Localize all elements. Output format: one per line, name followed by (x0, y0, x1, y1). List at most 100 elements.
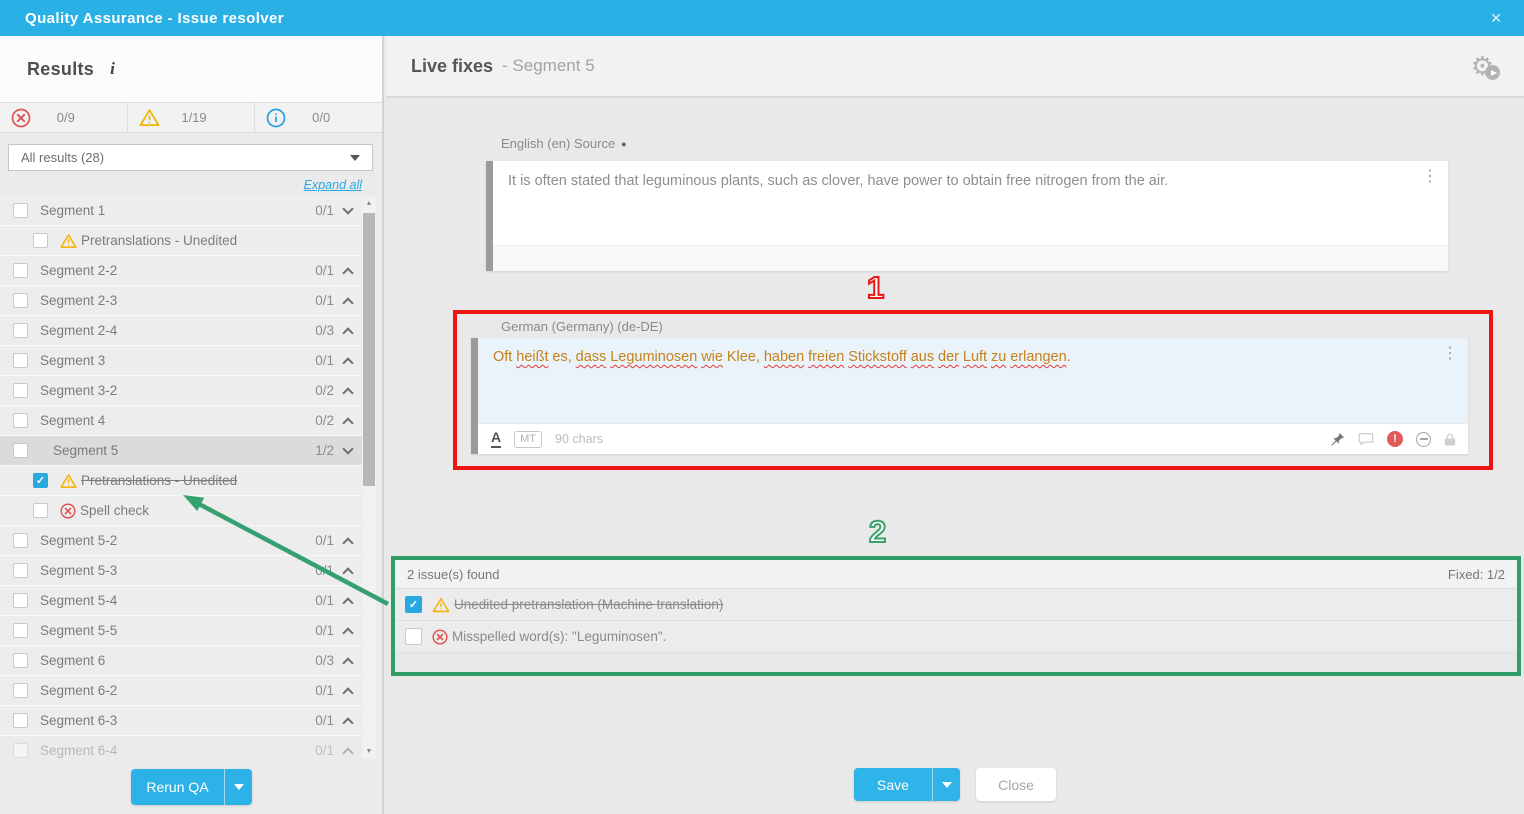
row-checkbox[interactable] (13, 383, 28, 398)
scroll-down-icon[interactable]: ▼ (362, 744, 376, 758)
row-checkbox[interactable] (13, 203, 28, 218)
lock-icon (1444, 432, 1456, 447)
issue-row-spell-check[interactable]: Spell check (0, 496, 362, 526)
target-segment-box[interactable]: Oftheißtes,dassLeguminosenwieKlee,habenf… (471, 338, 1468, 454)
save-label[interactable]: Save (854, 768, 932, 801)
segment-label: Segment 2-2 (40, 263, 315, 278)
chevron-down-icon[interactable] (342, 203, 353, 214)
row-checkbox[interactable] (13, 413, 28, 428)
row-checkbox[interactable] (33, 233, 48, 248)
chevron-up-icon[interactable] (342, 627, 353, 638)
live-fixes-header: Live fixes - Segment 5 ⚙ (386, 36, 1524, 98)
live-fixes-body: English (en) Source● It is often stated … (386, 98, 1524, 812)
chevron-down-icon[interactable] (342, 443, 353, 454)
row-checkbox[interactable] (13, 743, 28, 758)
segment-row-5-3[interactable]: Segment 5-3 0/1 (0, 556, 362, 586)
segment-label: Segment 2-3 (40, 293, 315, 308)
check-icon: ✓ (409, 598, 418, 611)
comment-icon[interactable] (1358, 432, 1374, 447)
row-checkbox[interactable] (13, 293, 28, 308)
rerun-qa-button[interactable]: Rerun QA (131, 769, 252, 805)
segment-row-6[interactable]: Segment 6 0/3 (0, 646, 362, 676)
scrollbar-thumb[interactable] (363, 213, 375, 486)
segment-row-4[interactable]: Segment 4 0/2 (0, 406, 362, 436)
excl-glyph: ! (1393, 433, 1397, 445)
issue-checkbox-checked[interactable]: ✓ (405, 596, 422, 613)
row-checkbox[interactable] (13, 563, 28, 578)
row-checkbox-checked[interactable]: ✓ (33, 473, 48, 488)
exclude-icon[interactable] (1416, 432, 1431, 447)
close-icon[interactable]: ✕ (1490, 0, 1502, 36)
segment-list-scrollbar[interactable]: ▲ ▼ (362, 196, 376, 758)
row-checkbox[interactable] (13, 623, 28, 638)
info-counter[interactable]: 0/0 (255, 103, 382, 132)
chevron-up-icon[interactable] (342, 567, 353, 578)
pin-icon[interactable] (1330, 432, 1345, 447)
save-dropdown[interactable] (932, 768, 960, 801)
issue-checkbox[interactable] (405, 628, 422, 645)
row-checkbox[interactable] (13, 263, 28, 278)
row-checkbox[interactable] (13, 323, 28, 338)
error-counter[interactable]: 0/9 (0, 103, 128, 132)
issue-row-unedited-pretranslation[interactable]: ✓ Unedited pretranslation (Machine trans… (395, 589, 1517, 621)
segment-count: 0/2 (315, 413, 334, 428)
kebab-menu-icon[interactable]: ⋮ (1442, 346, 1458, 362)
issue-row-pretranslations-checked[interactable]: ✓ Pretranslations - Unedited (0, 466, 362, 496)
segment-row-3-2[interactable]: Segment 3-2 0/2 (0, 376, 362, 406)
info-icon[interactable]: i (110, 59, 115, 79)
chevron-up-icon[interactable] (342, 387, 353, 398)
error-icon (11, 108, 31, 128)
target-segment-text[interactable]: Oftheißtes,dassLeguminosenwieKlee,habenf… (478, 338, 1468, 423)
scroll-up-icon[interactable]: ▲ (362, 196, 376, 210)
chevron-up-icon[interactable] (342, 357, 353, 368)
info-icon (266, 108, 286, 128)
chevron-up-icon[interactable] (342, 267, 353, 278)
segment-row-6-4[interactable]: Segment 6-4 0/1 (0, 736, 362, 758)
row-checkbox[interactable] (13, 713, 28, 728)
segment-row-6-2[interactable]: Segment 6-2 0/1 (0, 676, 362, 706)
warning-icon (432, 597, 450, 613)
segment-row-2-2[interactable]: Segment 2-2 0/1 (0, 256, 362, 286)
segment-row-5-selected[interactable]: Segment 5 1/2 (0, 436, 362, 466)
chevron-up-icon[interactable] (342, 657, 353, 668)
rerun-qa-dropdown[interactable] (224, 769, 252, 805)
annotation-box-target: German (Germany) (de-DE) Oftheißtes,dass… (453, 310, 1493, 470)
chevron-up-icon[interactable] (342, 597, 353, 608)
expand-all-link[interactable]: Expand all (304, 178, 362, 192)
error-badge-icon[interactable]: ! (1387, 431, 1403, 447)
font-format-button[interactable]: A (491, 430, 501, 447)
segment-row-1[interactable]: Segment 1 0/1 (0, 196, 362, 226)
qa-settings-icon[interactable]: ⚙ (1471, 53, 1494, 79)
save-button[interactable]: Save (854, 768, 960, 801)
segment-row-5-4[interactable]: Segment 5-4 0/1 (0, 586, 362, 616)
segment-row-2-3[interactable]: Segment 2-3 0/1 (0, 286, 362, 316)
results-filter-dropdown[interactable]: All results (28) (8, 144, 373, 171)
segment-row-6-3[interactable]: Segment 6-3 0/1 (0, 706, 362, 736)
row-checkbox[interactable] (13, 683, 28, 698)
warning-icon (60, 473, 77, 489)
chevron-up-icon[interactable] (342, 537, 353, 548)
rerun-qa-label[interactable]: Rerun QA (131, 769, 224, 805)
row-checkbox[interactable] (33, 503, 48, 518)
segment-row-3[interactable]: Segment 3 0/1 (0, 346, 362, 376)
close-button[interactable]: Close (976, 768, 1056, 801)
chevron-up-icon[interactable] (342, 327, 353, 338)
segment-row-2-4[interactable]: Segment 2-4 0/3 (0, 316, 362, 346)
issue-row-pretranslations[interactable]: Pretranslations - Unedited (0, 226, 362, 256)
row-checkbox[interactable] (13, 533, 28, 548)
chevron-up-icon[interactable] (342, 717, 353, 728)
row-checkbox[interactable] (13, 653, 28, 668)
issue-row-misspelled-word[interactable]: Misspelled word(s): "Leguminosen". (395, 621, 1517, 653)
row-checkbox[interactable] (13, 443, 28, 458)
chevron-up-icon[interactable] (342, 417, 353, 428)
chevron-up-icon[interactable] (342, 747, 353, 758)
chevron-up-icon[interactable] (342, 687, 353, 698)
warning-counter[interactable]: 1/19 (128, 103, 256, 132)
kebab-menu-icon[interactable]: ⋮ (1422, 169, 1438, 185)
chevron-up-icon[interactable] (342, 297, 353, 308)
segment-row-5-5[interactable]: Segment 5-5 0/1 (0, 616, 362, 646)
row-checkbox[interactable] (13, 353, 28, 368)
row-checkbox[interactable] (13, 593, 28, 608)
segment-row-5-2[interactable]: Segment 5-2 0/1 (0, 526, 362, 556)
segment-label: Segment 2-4 (40, 323, 315, 338)
